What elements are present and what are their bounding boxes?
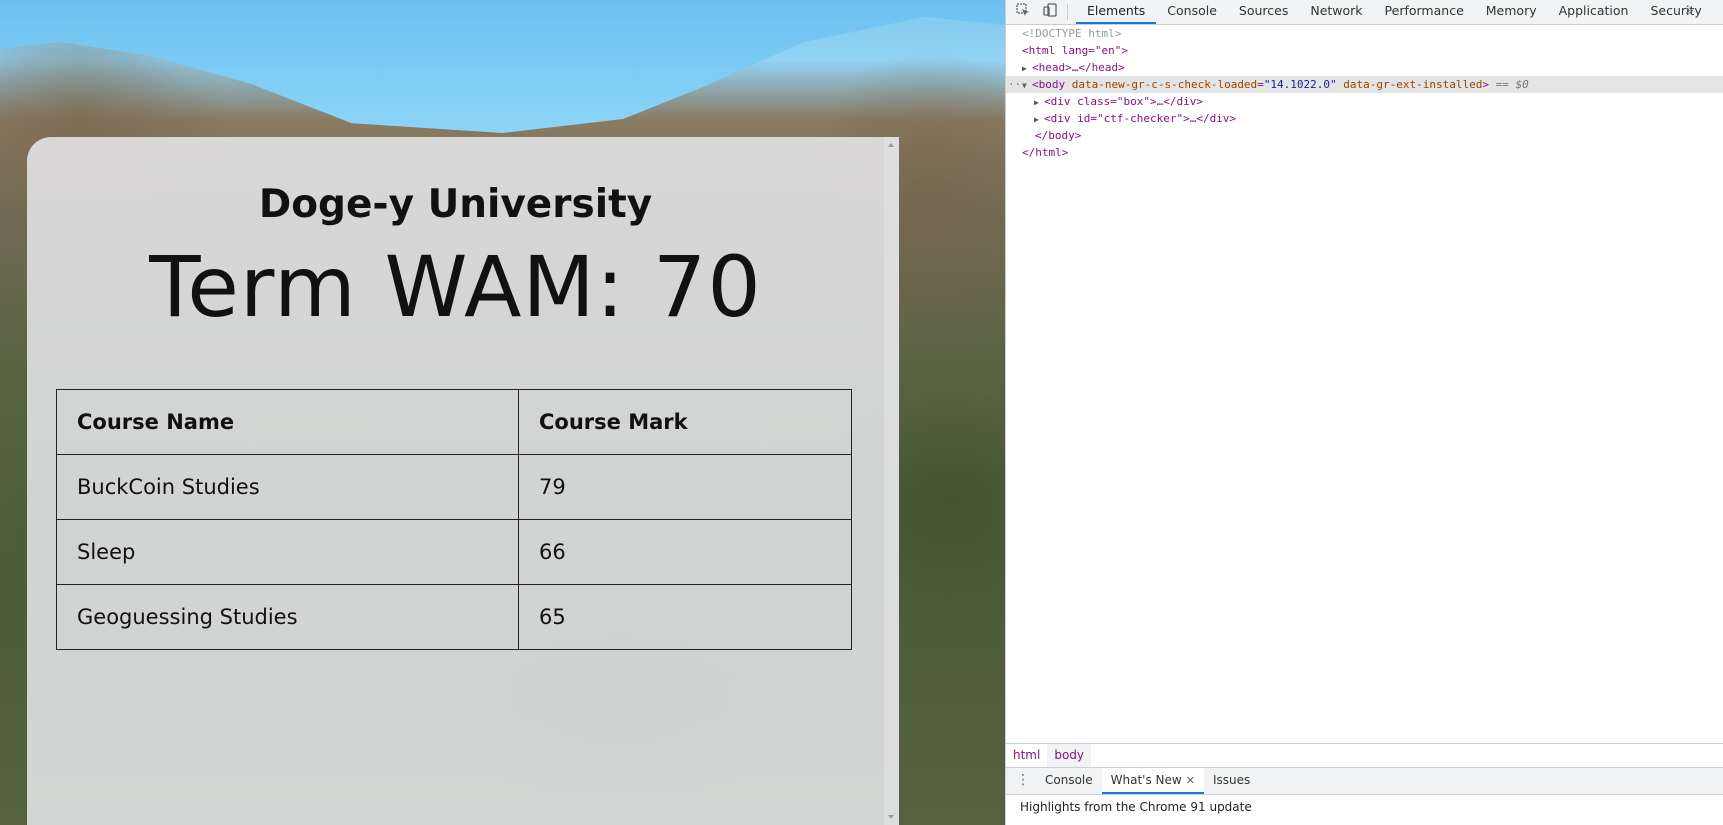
tab-application[interactable]: Application xyxy=(1548,0,1640,24)
course-mark-cell: 65 xyxy=(518,584,852,650)
background-sky xyxy=(0,0,1005,133)
html-open-tag: <html lang="en"> xyxy=(1022,44,1128,57)
node-menu-dots-icon[interactable]: ··· xyxy=(1008,76,1028,93)
more-tabs-chevron-icon[interactable]: » xyxy=(1685,1,1694,19)
devtools-toolbar: Elements Console Sources Network Perform… xyxy=(1006,0,1723,25)
device-toolbar-icon[interactable] xyxy=(1042,3,1058,19)
course-name-cell: Sleep xyxy=(56,519,519,585)
dom-node-body[interactable]: ··· ▼ <body data-new-gr-c-s-check-loaded=… xyxy=(1006,76,1723,93)
whats-new-highlights: Highlights from the Chrome 91 update xyxy=(1020,800,1252,814)
dom-node-html-close[interactable]: </html> xyxy=(1006,144,1723,161)
breadcrumb: html body xyxy=(1006,743,1723,768)
scroll-down-arrow-icon[interactable] xyxy=(888,815,894,819)
dom-tree: <!DOCTYPE html> <html lang="en"> ▶ <head>… xyxy=(1006,25,1723,161)
university-title: Doge-y University xyxy=(258,182,653,227)
body-tag: <body xyxy=(1032,78,1066,91)
body-attr-name: data-gr-ext-installed xyxy=(1343,78,1483,91)
scroll-up-arrow-icon[interactable] xyxy=(888,143,894,147)
course-mark-cell: 79 xyxy=(518,454,852,520)
inspect-element-icon[interactable] xyxy=(1015,3,1031,19)
course-name-cell: BuckCoin Studies xyxy=(56,454,519,520)
page-scrollbar[interactable] xyxy=(884,137,899,825)
div-ctf-tag: <div id="ctf-checker">…</div> xyxy=(1044,112,1237,125)
body-attr-value: "14.1022.0" xyxy=(1263,78,1337,91)
head-tag: <head>…</head> xyxy=(1032,61,1125,74)
tab-console[interactable]: Console xyxy=(1156,0,1228,24)
header-course-name: Course Name xyxy=(56,389,519,455)
expand-triangle-icon[interactable]: ▶ xyxy=(1034,111,1044,128)
course-name-cell: Geoguessing Studies xyxy=(56,584,519,650)
drawer-tab-whats-new-label: What's New xyxy=(1110,773,1182,787)
selected-node-marker: == $0 xyxy=(1495,78,1529,91)
dom-node-body-close[interactable]: </body> xyxy=(1006,127,1723,144)
drawer-tab-whats-new[interactable]: What's New ✕ xyxy=(1101,768,1204,794)
breadcrumb-body[interactable]: body xyxy=(1047,744,1092,767)
drawer-tabbar: ⋮ Console What's New ✕ Issues xyxy=(1006,767,1723,795)
expand-triangle-icon[interactable]: ▶ xyxy=(1034,94,1044,111)
breadcrumb-html[interactable]: html xyxy=(1006,744,1047,767)
tab-sources[interactable]: Sources xyxy=(1228,0,1299,24)
toolbar-divider xyxy=(1067,4,1068,20)
body-close-tag: </body> xyxy=(1035,129,1082,142)
div-box-tag: <div class="box">…</div> xyxy=(1044,95,1203,108)
table-header-row: Course Name Course Mark xyxy=(56,389,852,455)
devtools-tabs: Elements Console Sources Network Perform… xyxy=(1076,0,1713,24)
tab-elements[interactable]: Elements xyxy=(1076,0,1157,24)
tab-performance[interactable]: Performance xyxy=(1374,0,1475,24)
tab-network[interactable]: Network xyxy=(1299,0,1373,24)
doctype-text: <!DOCTYPE html> xyxy=(1022,27,1122,40)
header-course-mark: Course Mark xyxy=(518,389,852,455)
body-tag-close-bracket: > xyxy=(1482,78,1489,91)
dom-node-html[interactable]: <html lang="en"> xyxy=(1006,42,1723,59)
dom-node-head[interactable]: ▶ <head>…</head> xyxy=(1006,59,1723,76)
table-row: Sleep 66 xyxy=(56,519,852,585)
table-row: BuckCoin Studies 79 xyxy=(56,454,852,520)
close-icon[interactable]: ✕ xyxy=(1186,774,1195,787)
course-mark-cell: 66 xyxy=(518,519,852,585)
dom-node-div-ctf[interactable]: ▶ <div id="ctf-checker">…</div> xyxy=(1006,110,1723,127)
dom-node-doctype[interactable]: <!DOCTYPE html> xyxy=(1006,25,1723,42)
expand-triangle-icon[interactable]: ▶ xyxy=(1022,60,1032,77)
wam-heading: Term WAM: 70 xyxy=(149,238,762,336)
body-attr-name: data-new-gr-c-s-check-loaded xyxy=(1071,78,1258,91)
page-viewport: Doge-y University Term WAM: 70 Course Na… xyxy=(0,0,1005,825)
tab-memory[interactable]: Memory xyxy=(1475,0,1548,24)
tab-security[interactable]: Security xyxy=(1639,0,1712,24)
dom-node-div-box[interactable]: ▶ <div class="box">…</div> xyxy=(1006,93,1723,110)
html-close-tag: </html> xyxy=(1022,146,1069,159)
marks-table: Course Name Course Mark BuckCoin Studies… xyxy=(56,389,852,650)
drawer-menu-icon[interactable]: ⋮ xyxy=(1016,768,1030,793)
table-row: Geoguessing Studies 65 xyxy=(56,584,852,650)
drawer-tab-issues[interactable]: Issues xyxy=(1204,768,1259,794)
devtools-panel: Elements Console Sources Network Perform… xyxy=(1005,0,1723,825)
drawer-tabs: Console What's New ✕ Issues xyxy=(1036,768,1259,794)
drawer-tab-console[interactable]: Console xyxy=(1036,768,1102,794)
